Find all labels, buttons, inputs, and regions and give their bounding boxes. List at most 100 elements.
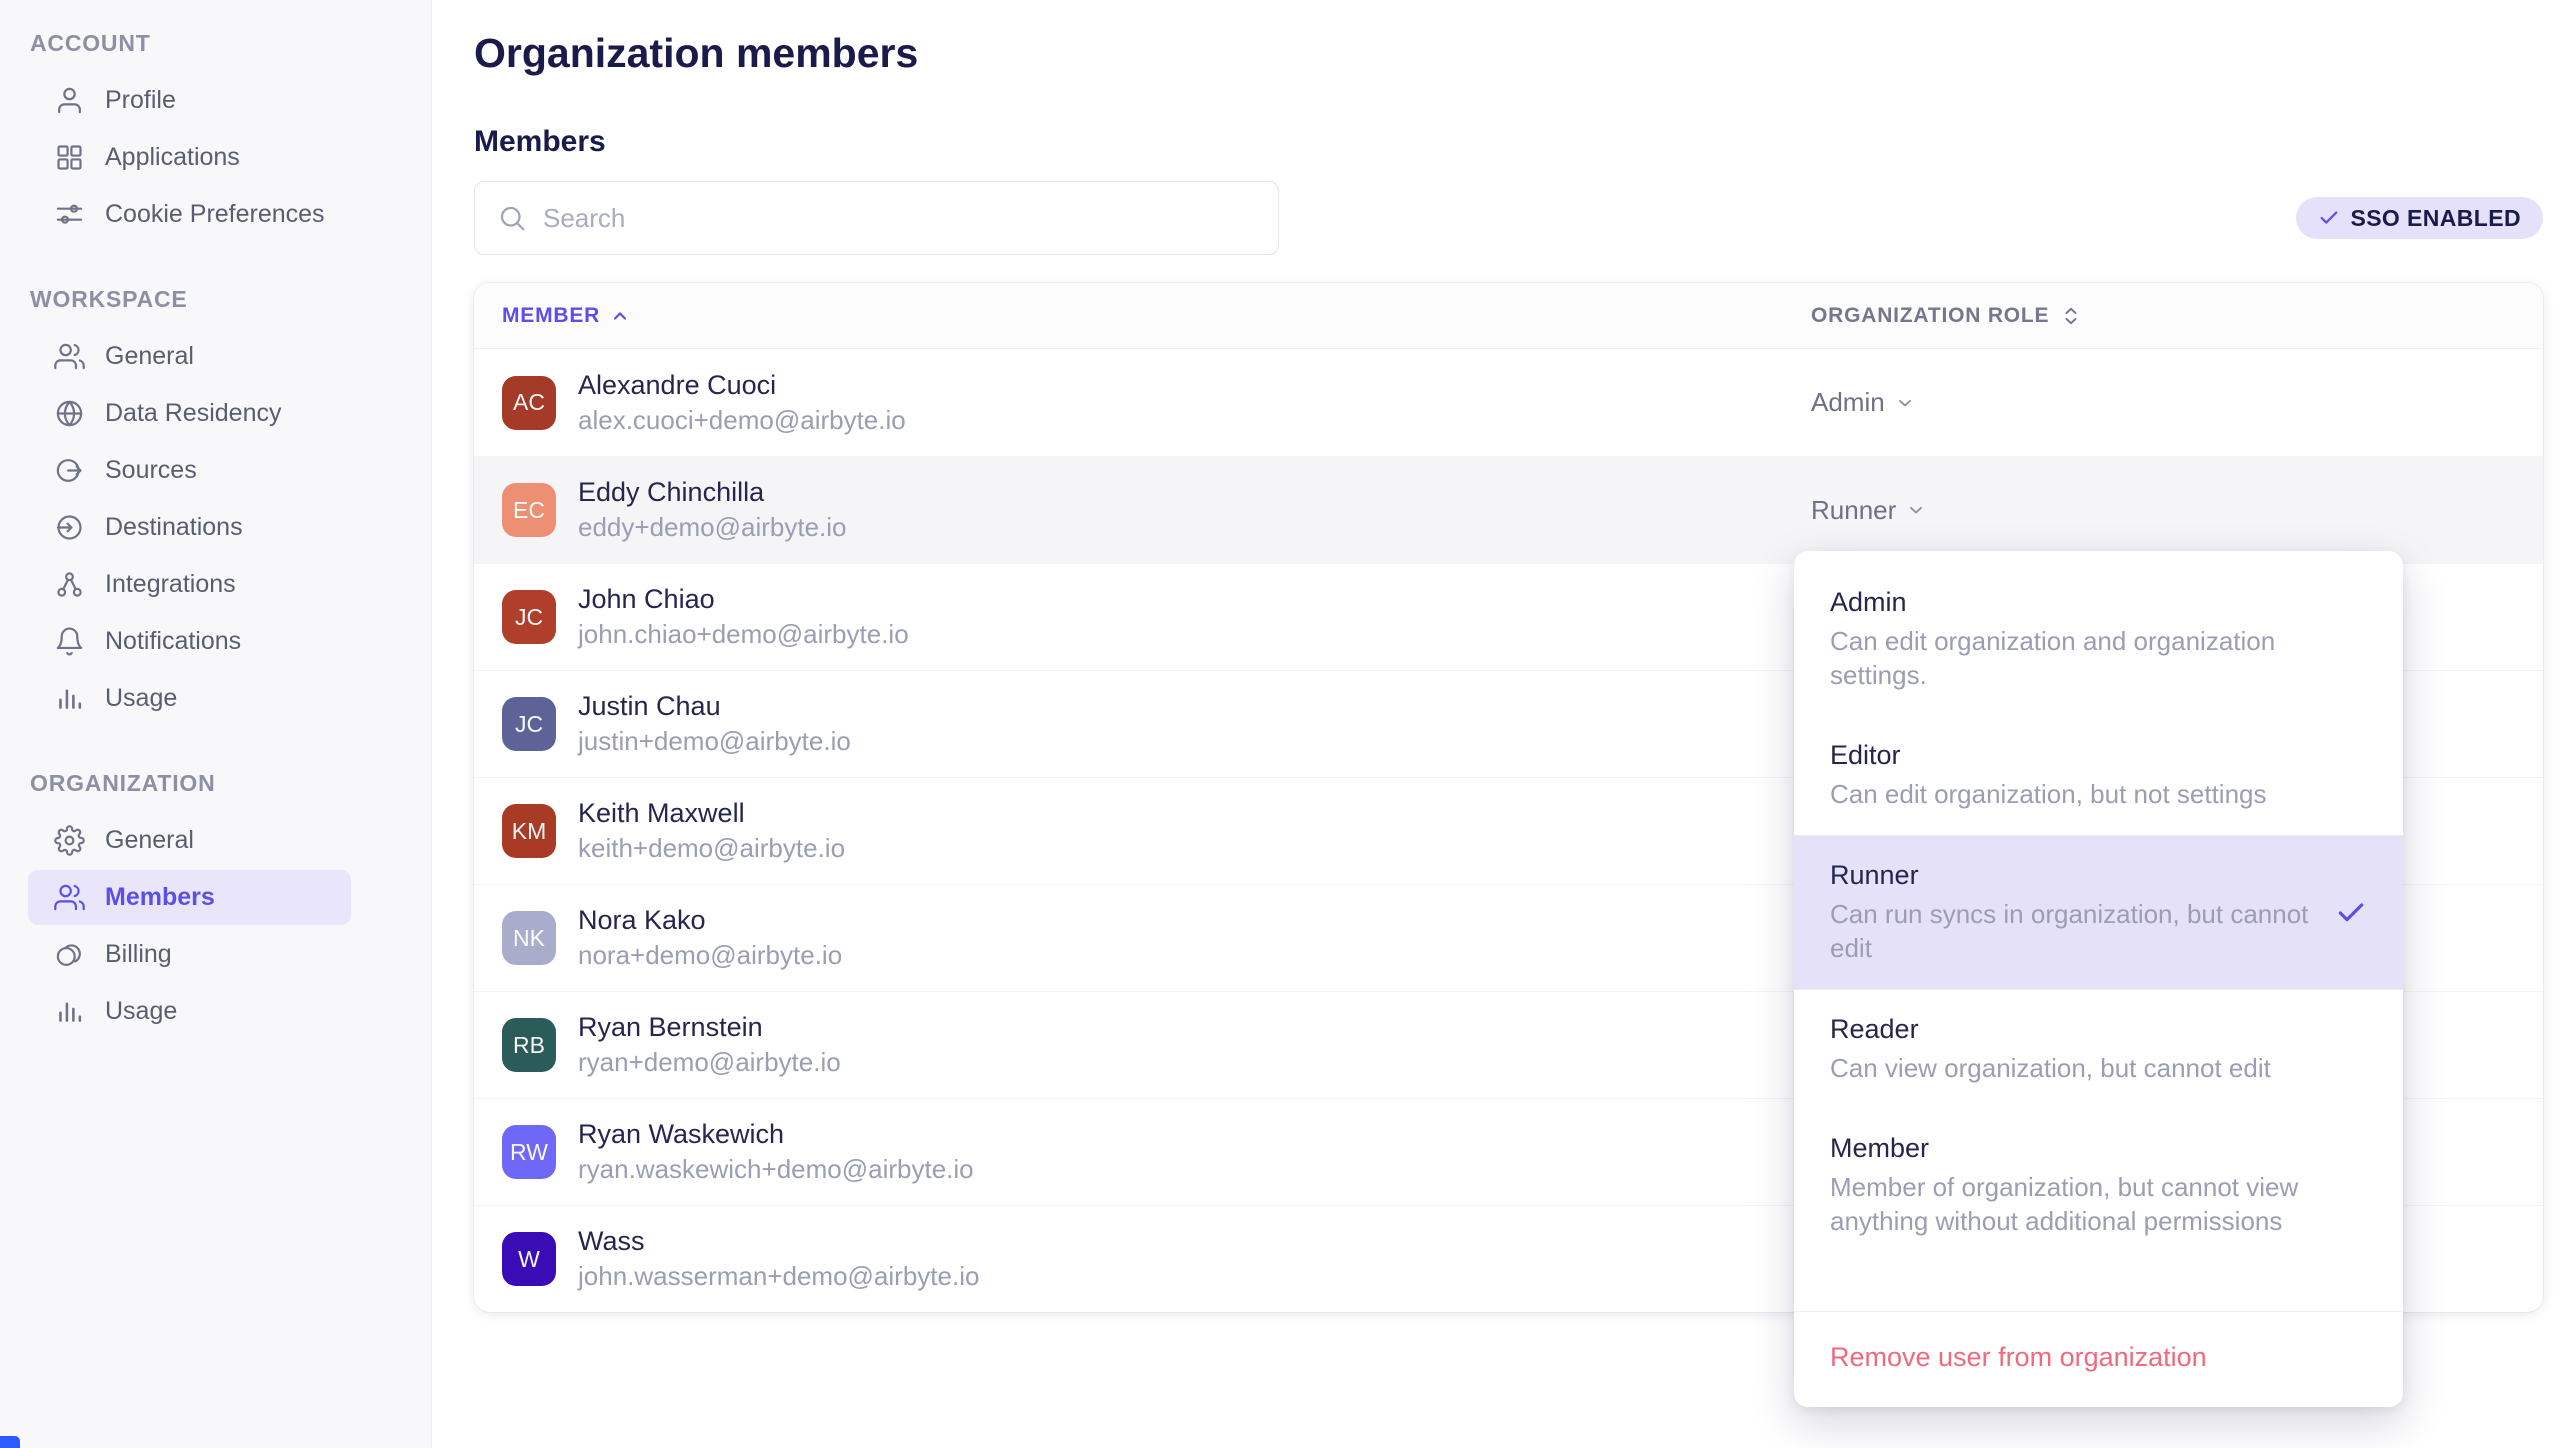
role-column-label: ORGANIZATION ROLE (1811, 304, 2049, 328)
sidebar-item-usage[interactable]: Usage (28, 984, 351, 1039)
sidebar-item-sources[interactable]: Sources (28, 443, 351, 498)
sidebar-section-label: ACCOUNT (0, 30, 431, 57)
avatar: W (502, 1232, 556, 1286)
role-option-title: Reader (1830, 1014, 2367, 1045)
member-cell: RB Ryan Bernstein ryan+demo@airbyte.io (474, 1012, 1811, 1078)
member-email: alex.cuoci+demo@airbyte.io (578, 405, 906, 436)
role-option-admin[interactable]: Admin Can edit organization and organiza… (1794, 563, 2403, 716)
check-icon (2335, 897, 2367, 929)
sidebar-item-members[interactable]: Members (28, 870, 351, 925)
avatar: JC (502, 590, 556, 644)
role-option-member[interactable]: Member Member of organization, but canno… (1794, 1109, 2403, 1262)
sidebar-item-notifications[interactable]: Notifications (28, 614, 351, 669)
sidebar-item-billing[interactable]: Billing (28, 927, 351, 982)
sidebar-item-cookie-preferences[interactable]: Cookie Preferences (28, 187, 351, 242)
member-name: Wass (578, 1226, 979, 1257)
avatar: RB (502, 1018, 556, 1072)
role-value: Runner (1811, 495, 1896, 526)
member-email: john.chiao+demo@airbyte.io (578, 619, 909, 650)
avatar: JC (502, 697, 556, 751)
corner-widget[interactable] (0, 1436, 20, 1448)
member-email: eddy+demo@airbyte.io (578, 512, 847, 543)
grid-icon (54, 142, 85, 173)
member-email: nora+demo@airbyte.io (578, 940, 842, 971)
role-option-reader[interactable]: Reader Can view organization, but cannot… (1794, 990, 2403, 1109)
role-option-title: Runner (1830, 860, 2323, 891)
member-email: ryan.waskewich+demo@airbyte.io (578, 1154, 974, 1185)
member-cell: KM Keith Maxwell keith+demo@airbyte.io (474, 798, 1811, 864)
role-option-title: Editor (1830, 740, 2367, 771)
sidebar-section-label: ORGANIZATION (0, 770, 431, 797)
bell-icon (54, 626, 85, 657)
chevron-down-icon (1906, 500, 1926, 520)
sidebar-section: ORGANIZATION General Members Billing Usa… (0, 770, 431, 1039)
sort-icon (2059, 304, 2083, 328)
toolbar: SSO ENABLED (474, 181, 2543, 255)
sidebar-item-destinations[interactable]: Destinations (28, 500, 351, 555)
role-option-description: Can edit organization, but not settings (1830, 777, 2310, 811)
member-column-label: MEMBER (502, 304, 600, 328)
sidebar: ACCOUNT Profile Applications Cookie Pref… (0, 0, 432, 1448)
bar-chart-icon (54, 996, 85, 1027)
nodes-icon (54, 569, 85, 600)
coins-icon (54, 939, 85, 970)
member-cell: EC Eddy Chinchilla eddy+demo@airbyte.io (474, 477, 1811, 543)
users-icon (54, 341, 85, 372)
sidebar-section-label: WORKSPACE (0, 286, 431, 313)
member-name: Justin Chau (578, 691, 851, 722)
table-row: EC Eddy Chinchilla eddy+demo@airbyte.io … (474, 456, 2543, 563)
member-email: justin+demo@airbyte.io (578, 726, 851, 757)
member-cell: AC Alexandre Cuoci alex.cuoci+demo@airby… (474, 370, 1811, 436)
member-name: Ryan Waskewich (578, 1119, 974, 1150)
sso-enabled-badge: SSO ENABLED (2296, 197, 2543, 239)
sidebar-item-profile[interactable]: Profile (28, 73, 351, 128)
member-email: john.wasserman+demo@airbyte.io (578, 1261, 979, 1292)
member-cell: W Wass john.wasserman+demo@airbyte.io (474, 1226, 1811, 1292)
table-row: AC Alexandre Cuoci alex.cuoci+demo@airby… (474, 349, 2543, 456)
member-email: keith+demo@airbyte.io (578, 833, 845, 864)
destination-icon (54, 512, 85, 543)
sidebar-item-general[interactable]: General (28, 329, 351, 384)
page-title: Organization members (474, 30, 2543, 77)
avatar: KM (502, 804, 556, 858)
role-option-title: Member (1830, 1133, 2367, 1164)
avatar: NK (502, 911, 556, 965)
sidebar-item-integrations[interactable]: Integrations (28, 557, 351, 612)
search-box (474, 181, 1279, 255)
user-icon (54, 85, 85, 116)
sidebar-section: ACCOUNT Profile Applications Cookie Pref… (0, 30, 431, 242)
search-icon (497, 203, 527, 233)
column-header-member[interactable]: MEMBER (474, 304, 1811, 328)
sidebar-item-data-residency[interactable]: Data Residency (28, 386, 351, 441)
member-cell: JC Justin Chau justin+demo@airbyte.io (474, 691, 1811, 757)
member-email: ryan+demo@airbyte.io (578, 1047, 841, 1078)
member-cell: JC John Chiao john.chiao+demo@airbyte.io (474, 584, 1811, 650)
role-option-description: Can view organization, but cannot edit (1830, 1051, 2310, 1085)
sliders-icon (54, 199, 85, 230)
role-option-title: Admin (1830, 587, 2367, 618)
table-header-row: MEMBER ORGANIZATION ROLE (474, 283, 2543, 349)
member-name: Alexandre Cuoci (578, 370, 906, 401)
remove-user-button[interactable]: Remove user from organization (1794, 1311, 2403, 1407)
avatar: RW (502, 1125, 556, 1179)
column-header-organization-role[interactable]: ORGANIZATION ROLE (1811, 304, 2543, 328)
role-option-runner[interactable]: Runner Can run syncs in organization, bu… (1794, 835, 2403, 990)
avatar: EC (502, 483, 556, 537)
role-dropdown-trigger[interactable]: Runner (1811, 495, 2543, 526)
bar-chart-icon (54, 683, 85, 714)
avatar: AC (502, 376, 556, 430)
member-cell: RW Ryan Waskewich ryan.waskewich+demo@ai… (474, 1119, 1811, 1185)
role-option-description: Can edit organization and organization s… (1830, 624, 2310, 692)
sidebar-item-general[interactable]: General (28, 813, 351, 868)
role-option-editor[interactable]: Editor Can edit organization, but not se… (1794, 716, 2403, 835)
member-name: John Chiao (578, 584, 909, 615)
role-dropdown-trigger[interactable]: Admin (1811, 387, 2543, 418)
search-input[interactable] (543, 182, 1256, 254)
role-option-description: Member of organization, but cannot view … (1830, 1170, 2310, 1238)
sort-ascending-icon (610, 306, 630, 326)
sidebar-item-usage[interactable]: Usage (28, 671, 351, 726)
sidebar-item-applications[interactable]: Applications (28, 130, 351, 185)
role-value: Admin (1811, 387, 1885, 418)
sidebar-section: WORKSPACE General Data Residency Sources… (0, 286, 431, 726)
chevron-down-icon (1895, 393, 1915, 413)
